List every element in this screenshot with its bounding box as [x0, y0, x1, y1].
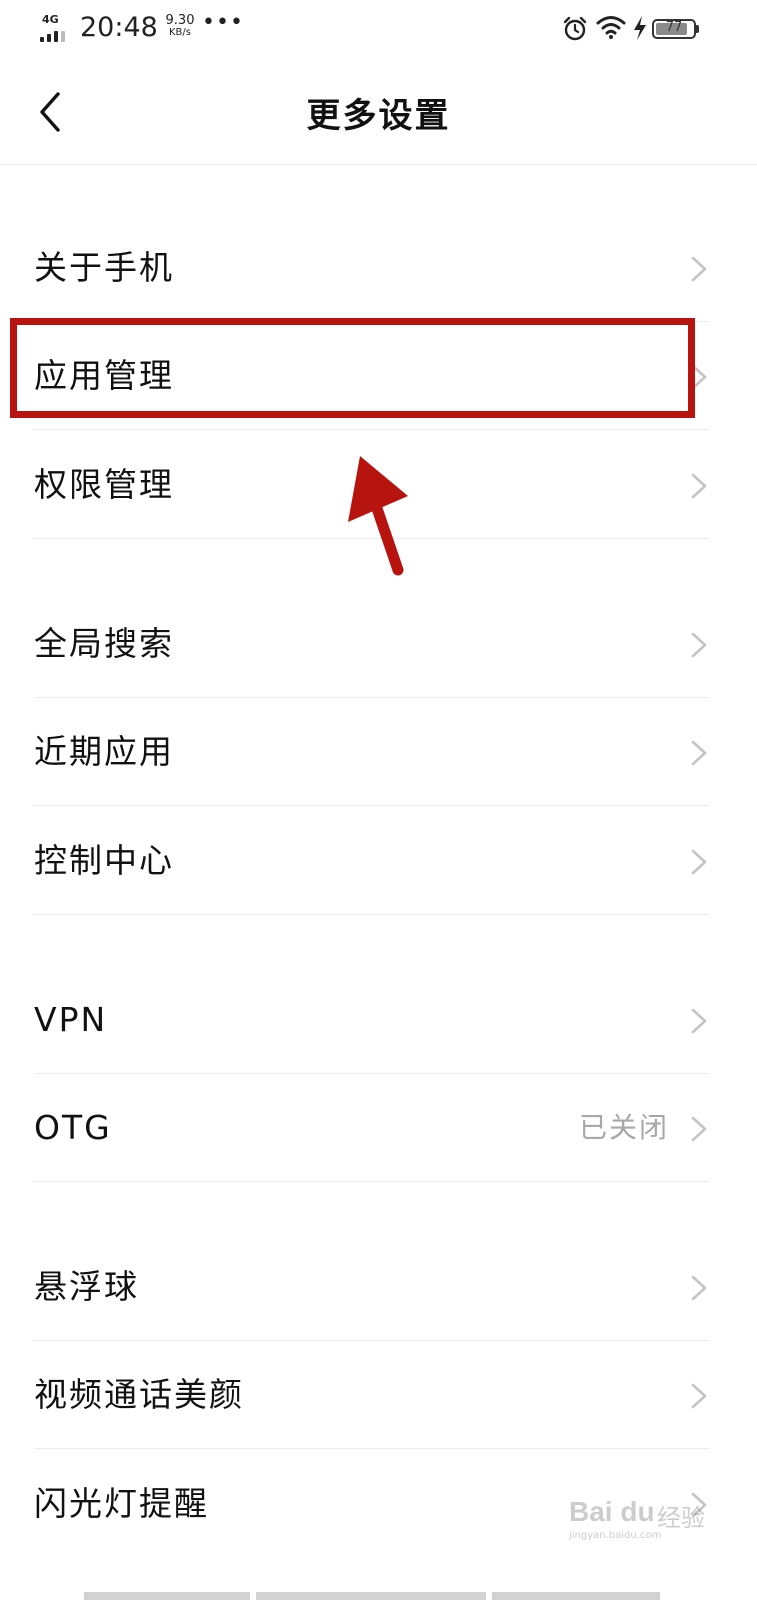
- divider: [34, 1181, 709, 1182]
- chevron-right-icon: [691, 256, 707, 282]
- list-item-label: 关于手机: [34, 248, 174, 287]
- network-type: 4G: [42, 13, 59, 26]
- battery-icon: 77: [652, 19, 699, 39]
- wifi-icon: [596, 16, 626, 39]
- watermark-text: 经验: [657, 1504, 705, 1532]
- bottom-scroll-hint: [0, 1592, 757, 1600]
- list-item-app-management[interactable]: 应用管理: [0, 322, 757, 430]
- divider: [34, 538, 709, 539]
- divider: [34, 1448, 709, 1449]
- divider: [34, 805, 709, 806]
- network-speed-unit: KB/s: [169, 27, 191, 38]
- chevron-right-icon: [691, 364, 707, 390]
- chevron-right-icon: [691, 1116, 707, 1142]
- chevron-right-icon: [691, 473, 707, 499]
- more-notifications-icon: •••: [202, 10, 244, 35]
- chevron-right-icon: [691, 740, 707, 766]
- list-item-video-call-beauty[interactable]: 视频通话美颜: [0, 1341, 757, 1449]
- list-item-label: 悬浮球: [34, 1267, 139, 1306]
- watermark-logo: Bai du: [569, 1496, 655, 1527]
- divider: [34, 914, 709, 915]
- alarm-icon: [563, 16, 587, 41]
- list-item-label: VPN: [34, 1000, 108, 1039]
- list-item-floating-ball[interactable]: 悬浮球: [0, 1233, 757, 1341]
- chevron-right-icon: [691, 1008, 707, 1034]
- list-item-label: 全局搜索: [34, 624, 174, 663]
- list-item-label: 近期应用: [34, 732, 174, 771]
- screen: 4G 20:48 9.30 KB/s ••• 77 更多设置 关于手机 应用管理…: [0, 0, 757, 1600]
- divider: [34, 429, 709, 430]
- baidu-watermark: Bai du 经验 jingyan.baidu.com: [565, 1488, 715, 1541]
- chevron-right-icon: [691, 632, 707, 658]
- chevron-right-icon: [691, 1275, 707, 1301]
- list-item-recent-apps[interactable]: 近期应用: [0, 698, 757, 806]
- chevron-right-icon: [691, 1383, 707, 1409]
- list-item-vpn[interactable]: VPN: [0, 966, 757, 1074]
- status-time: 20:48: [80, 12, 158, 43]
- header: 更多设置: [0, 60, 757, 165]
- list-item-control-center[interactable]: 控制中心: [0, 807, 757, 915]
- list-item-permission-management[interactable]: 权限管理: [0, 431, 757, 539]
- chevron-right-icon: [691, 849, 707, 875]
- list-item-otg[interactable]: OTG 已关闭: [0, 1074, 757, 1182]
- battery-level: 77: [665, 20, 683, 35]
- list-item-label: 闪光灯提醒: [34, 1484, 209, 1523]
- otg-status-value: 已关闭: [578, 1111, 669, 1144]
- charging-icon: [634, 16, 646, 40]
- list-item-about-phone[interactable]: 关于手机: [0, 214, 757, 322]
- list-item-label: 应用管理: [34, 356, 174, 395]
- network-speed: 9.30 KB/s: [160, 13, 200, 39]
- status-bar: 4G 20:48 9.30 KB/s ••• 77: [0, 0, 757, 60]
- list-item-label: 控制中心: [34, 841, 174, 880]
- list-item-global-search[interactable]: 全局搜索: [0, 590, 757, 698]
- signal-icon: 4G: [40, 13, 72, 42]
- list-item-label: 权限管理: [34, 465, 174, 504]
- network-speed-value: 9.30: [165, 13, 195, 28]
- list-item-label: OTG: [34, 1108, 112, 1147]
- list-item-label: 视频通话美颜: [34, 1375, 244, 1414]
- page-title: 更多设置: [306, 96, 451, 136]
- watermark-domain: jingyan.baidu.com: [569, 1530, 662, 1541]
